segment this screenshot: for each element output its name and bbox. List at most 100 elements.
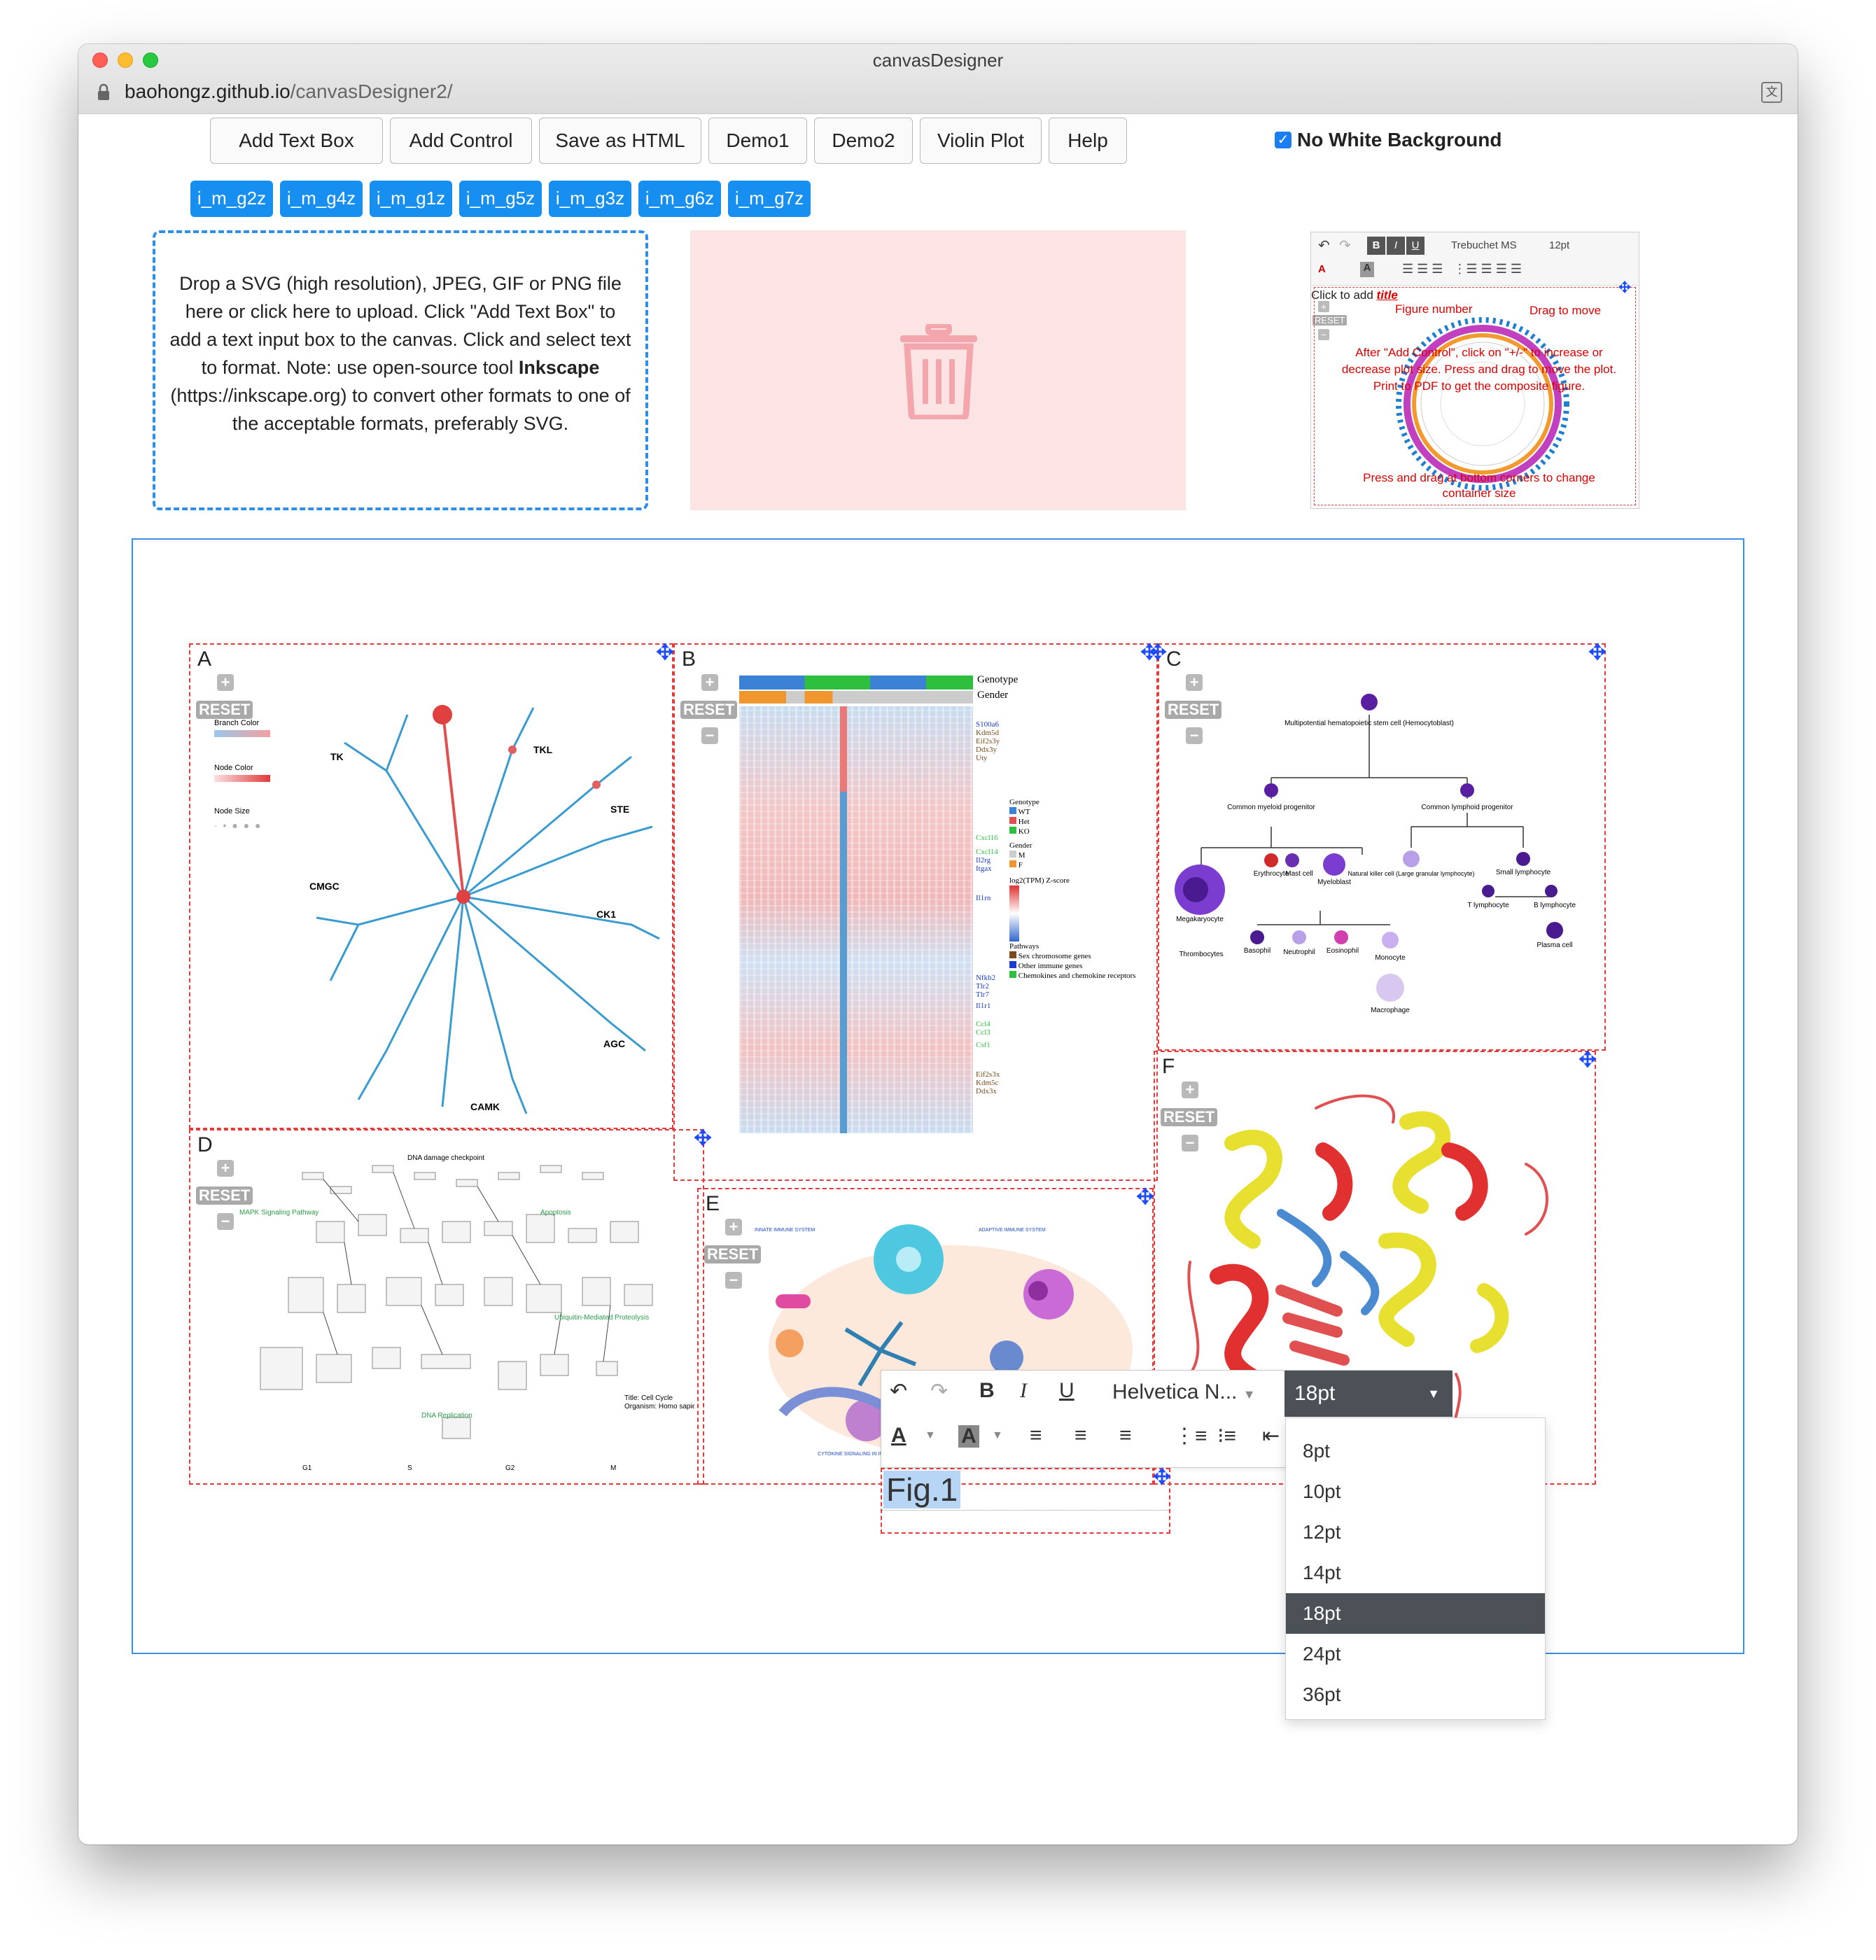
help-button[interactable]: Help: [1049, 118, 1127, 164]
reset-button[interactable]: RESET: [196, 701, 253, 719]
url-text[interactable]: baohongz.github.io/canvasDesigner2/: [125, 80, 453, 103]
group-label: CK1: [596, 909, 616, 920]
composite-canvas[interactable]: A + RESET Branch Color Node Color Node S…: [132, 538, 1744, 1720]
move-handle-icon[interactable]: [693, 1128, 713, 1147]
trash-dropzone[interactable]: [690, 230, 1186, 510]
demo2-button[interactable]: Demo2: [814, 118, 913, 164]
address-bar[interactable]: baohongz.github.io/canvasDesigner2/ 文: [78, 78, 1798, 108]
legend-label: Node Size: [214, 807, 250, 816]
svg-text:Apoptosis: Apoptosis: [540, 1209, 571, 1217]
highlight-color-icon[interactable]: A: [958, 1425, 979, 1448]
svg-text:Neutrophil: Neutrophil: [1283, 948, 1315, 956]
move-handle-icon[interactable]: [1148, 642, 1168, 662]
shrink-button[interactable]: −: [217, 1213, 234, 1230]
panel-label: F: [1162, 1055, 1175, 1078]
violin-plot-button[interactable]: Violin Plot: [920, 118, 1042, 164]
font-size-dropdown[interactable]: 8pt 10pt 12pt 14pt 18pt 24pt 36pt: [1285, 1418, 1546, 1720]
shrink-button[interactable]: −: [701, 727, 718, 744]
legend-gradient: [214, 775, 270, 782]
heatmap-legend: Genotype WT Het KO Gender M F log2(TPM) …: [1009, 798, 1136, 980]
image-tag[interactable]: i_m_g4z: [280, 181, 363, 217]
image-tag[interactable]: i_m_g6z: [638, 181, 721, 217]
group-label: CMGC: [309, 881, 340, 892]
font-family-select[interactable]: Helvetica N... ▼: [1112, 1380, 1256, 1404]
undo-icon[interactable]: ↶: [890, 1379, 907, 1404]
upload-dropzone[interactable]: Drop a SVG (high resolution), JPEG, GIF …: [153, 230, 648, 510]
cell-cycle-pathway-image: MAPK Signaling Pathway Apoptosis Ubiquit…: [239, 1154, 694, 1472]
svg-text:Natural killer cell (Large gra: Natural killer cell (Large granular lymp…: [1348, 870, 1474, 877]
align-left-icon[interactable]: ≡: [1030, 1424, 1042, 1448]
font-size-option[interactable]: 12pt: [1286, 1512, 1545, 1553]
enlarge-button[interactable]: +: [725, 1219, 742, 1236]
align-center-icon[interactable]: ≡: [1074, 1424, 1087, 1448]
panel-label: E: [706, 1192, 720, 1215]
move-handle-icon[interactable]: [1152, 1466, 1172, 1486]
text-color-icon: A: [1318, 263, 1326, 275]
svg-text:Megakaryocyte: Megakaryocyte: [1176, 916, 1224, 923]
svg-text:Ubiquitin-Mediated Proteolysis: Ubiquitin-Mediated Proteolysis: [554, 1314, 649, 1322]
move-handle-icon[interactable]: [1588, 642, 1607, 662]
italic-icon[interactable]: I: [1020, 1379, 1027, 1403]
font-size-option-selected[interactable]: 18pt: [1286, 1593, 1545, 1634]
group-label: STE: [610, 804, 629, 815]
image-tag[interactable]: i_m_g3z: [549, 181, 631, 217]
move-handle-icon[interactable]: [1578, 1049, 1597, 1069]
svg-text:S: S: [407, 1464, 412, 1472]
image-tag[interactable]: i_m_g7z: [728, 181, 811, 217]
caption-text-box[interactable]: Fig.1: [881, 1466, 1172, 1534]
redo-icon[interactable]: ↷: [930, 1379, 948, 1404]
font-size-option[interactable]: 14pt: [1286, 1553, 1545, 1593]
hematopoiesis-diagram: Multipotential hematopoietic stem cell (…: [1175, 694, 1576, 1014]
panel-a[interactable]: A + RESET Branch Color Node Color Node S…: [189, 642, 675, 1129]
enlarge-button[interactable]: +: [217, 674, 234, 691]
image-tag[interactable]: i_m_g2z: [190, 181, 273, 217]
unordered-list-icon[interactable]: ⁝≡: [1217, 1424, 1236, 1448]
underline-icon: U: [1406, 237, 1424, 255]
align-right-icon[interactable]: ≡: [1119, 1424, 1132, 1448]
demo1-button[interactable]: Demo1: [708, 118, 807, 164]
ordered-list-icon[interactable]: ⋮≡: [1174, 1424, 1208, 1448]
reset-button[interactable]: RESET: [680, 701, 738, 719]
enlarge-button[interactable]: +: [217, 1160, 234, 1177]
add-text-box-button[interactable]: Add Text Box: [210, 118, 383, 164]
text-color-icon[interactable]: A: [891, 1424, 906, 1448]
font-size-select[interactable]: 18pt ▼: [1284, 1371, 1452, 1417]
checkbox-checked-icon[interactable]: ✓: [1275, 132, 1292, 148]
italic-icon: I: [1387, 237, 1405, 255]
underline-icon[interactable]: U: [1059, 1379, 1074, 1403]
panel-label: C: [1166, 648, 1182, 671]
group-label: TK: [330, 751, 344, 762]
save-as-html-button[interactable]: Save as HTML: [539, 118, 701, 164]
panel-c[interactable]: C + RESET − Multipotential hematopoietic…: [1149, 642, 1607, 1051]
font-size-option[interactable]: 8pt: [1286, 1431, 1545, 1471]
preview-toolbar: ↶ ↷ B I U Trebuchet MS 12pt A A ☰ ☰ ☰ ⋮☰…: [1311, 232, 1639, 286]
move-icon: [1618, 281, 1631, 293]
align-icons: ☰ ☰ ☰ ⋮☰ ☰ ☰ ☰: [1402, 262, 1522, 276]
font-size-option[interactable]: 10pt: [1286, 1471, 1545, 1512]
enlarge-button[interactable]: +: [701, 674, 718, 691]
preview-font: Trebuchet MS: [1451, 239, 1517, 251]
font-size-option[interactable]: 24pt: [1286, 1634, 1545, 1674]
shrink-button[interactable]: −: [725, 1272, 742, 1289]
annotation-label: Genotype: [977, 674, 1018, 685]
title-bar: canvasDesigner baohongz.github.io/canvas…: [78, 44, 1798, 114]
chevron-down-icon[interactable]: ▼: [992, 1429, 1003, 1442]
bold-icon[interactable]: B: [979, 1379, 995, 1403]
chevron-down-icon[interactable]: ▼: [925, 1429, 936, 1442]
panel-b[interactable]: B + RESET − Genotype Gender S100a6 Kdm5d E…: [673, 643, 1158, 1181]
redo-icon: ↷: [1339, 238, 1351, 253]
caption-text[interactable]: Fig.1: [883, 1471, 961, 1508]
group-label: CAMK: [470, 1101, 500, 1112]
svg-text:Title: Cell Cycle: Title: Cell Cycle: [624, 1394, 673, 1402]
undo-icon: ↶: [1318, 238, 1330, 253]
translate-icon[interactable]: 文: [1761, 82, 1782, 103]
image-tag[interactable]: i_m_g5z: [459, 181, 542, 217]
move-handle-icon[interactable]: [655, 642, 675, 662]
outdent-icon[interactable]: ⇤: [1262, 1424, 1280, 1448]
no-white-background-toggle[interactable]: ✓ No White Background: [1275, 128, 1502, 152]
demo-preview[interactable]: ↶ ↷ B I U Trebuchet MS 12pt A A ☰ ☰ ☰ ⋮☰…: [1310, 232, 1639, 509]
panel-d[interactable]: D + RESET − MAPK Signaling Pathway Apopt…: [189, 1128, 712, 1485]
image-tag[interactable]: i_m_g1z: [370, 181, 452, 217]
font-size-option[interactable]: 36pt: [1286, 1674, 1545, 1715]
add-control-button[interactable]: Add Control: [390, 118, 532, 164]
